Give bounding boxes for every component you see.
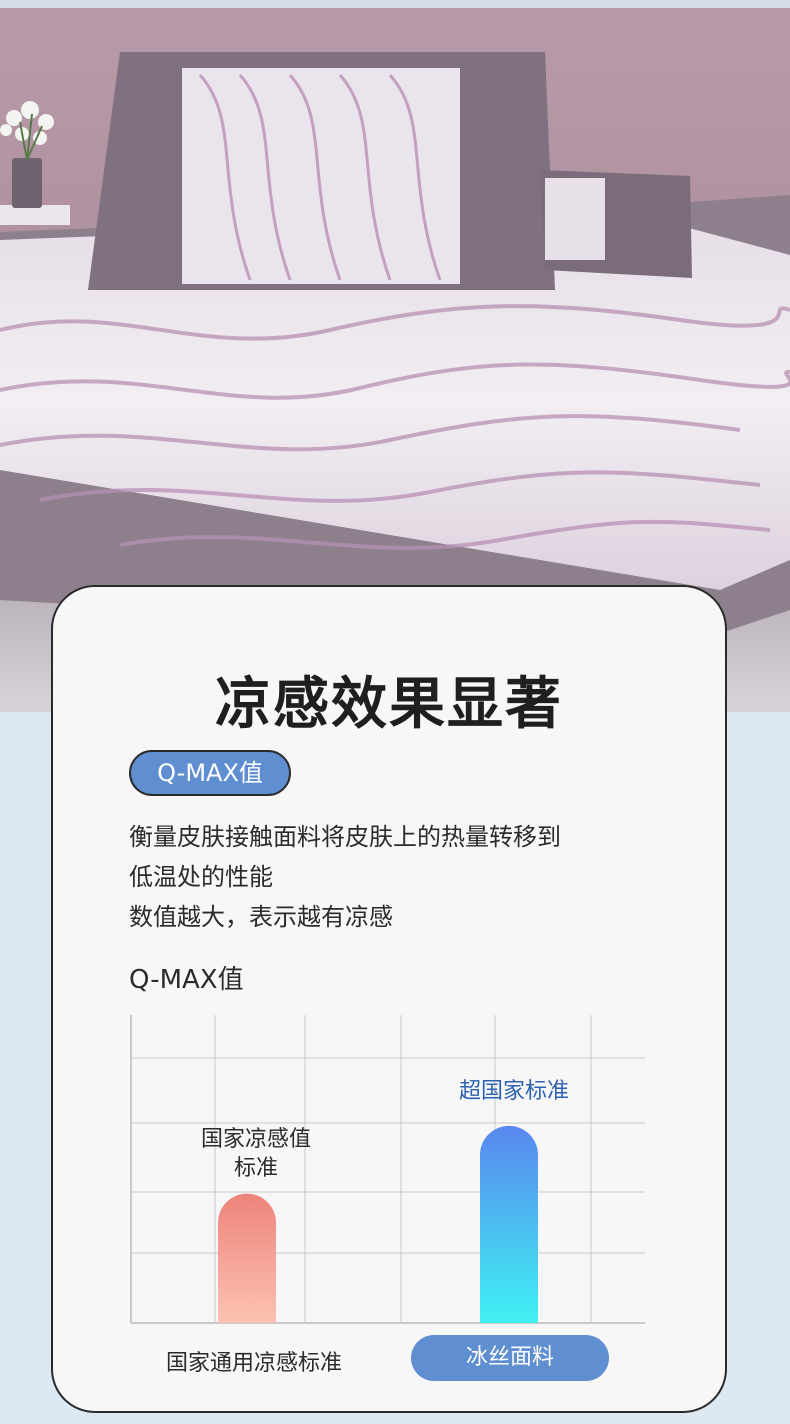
bar-national [218, 1193, 276, 1323]
description-line: 低温处的性能 [129, 863, 273, 891]
x-label-national: 国家通用凉感标准 [165, 1351, 342, 1376]
qmax-badge: Q-MAX值 [129, 750, 291, 796]
info-card: 凉感效果显著 Q-MAX值 衡量皮肤接触面料将皮肤上的热量转移到 低温处的性能 … [51, 585, 727, 1413]
page-title: 凉感效果显著 [215, 672, 563, 737]
description-line: 数值越大，表示越有凉感 [129, 903, 393, 931]
bar-label-line: 国家凉感值 [200, 1127, 311, 1152]
chart-title: Q-MAX值 [129, 965, 244, 995]
description: 衡量皮肤接触面料将皮肤上的热量转移到 低温处的性能 数值越大，表示越有凉感 [129, 817, 689, 937]
bar-label-national: 国家凉感值 标准 [181, 1125, 331, 1183]
x-label-fabric: 冰丝面料 [411, 1335, 609, 1381]
bar-label-fabric: 超国家标准 [439, 1077, 589, 1106]
bar-fabric [480, 1125, 538, 1323]
bar-label-line: 超国家标准 [458, 1079, 569, 1104]
bar-label-line: 标准 [233, 1156, 278, 1181]
description-line: 衡量皮肤接触面料将皮肤上的热量转移到 [129, 823, 561, 851]
